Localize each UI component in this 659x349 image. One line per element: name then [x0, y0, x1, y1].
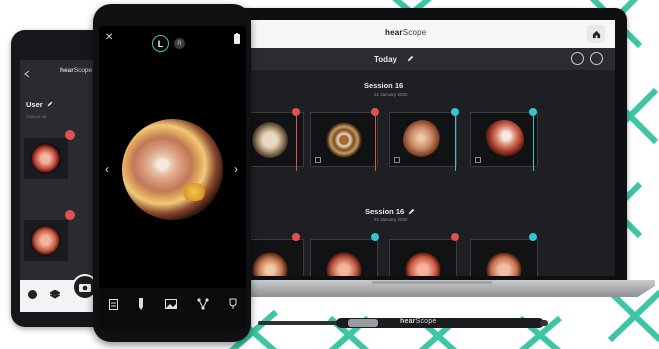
file-icon[interactable]	[105, 296, 121, 312]
ear-right-button[interactable]: R	[174, 38, 185, 49]
info-icon[interactable]	[28, 290, 37, 299]
ear-left-button[interactable]: L	[152, 35, 169, 52]
laptop-date-bar: Today	[234, 48, 615, 70]
image-tile[interactable]	[310, 112, 378, 167]
pen-icon[interactable]	[133, 296, 149, 312]
capture-icon[interactable]	[571, 52, 584, 65]
phone-back-screen: hearScope User 2020-01-16	[20, 60, 100, 312]
previous-arrow-icon[interactable]: ‹	[105, 162, 109, 176]
image-tile[interactable]	[24, 138, 68, 179]
status-badge	[371, 233, 379, 241]
close-icon[interactable]: ✕	[105, 32, 113, 43]
camera-icon	[79, 284, 91, 292]
status-badge	[529, 108, 537, 116]
back-arrow-icon[interactable]	[24, 70, 30, 78]
home-icon	[592, 30, 600, 38]
laptop-logo: hearScope	[385, 28, 427, 37]
pencil-icon[interactable]	[47, 101, 53, 107]
phone-front-screen: ✕ L R ‹ ›	[99, 26, 246, 329]
image-tile[interactable]	[24, 220, 68, 261]
image-tile[interactable]	[470, 112, 538, 167]
next-arrow-icon[interactable]: ›	[234, 162, 238, 176]
image-tile[interactable]	[470, 239, 538, 276]
pencil-icon[interactable]	[407, 55, 414, 62]
check-icon[interactable]	[590, 52, 603, 65]
image-tile[interactable]	[389, 239, 457, 276]
share-icon[interactable]	[195, 296, 211, 312]
page-title: Today	[374, 55, 397, 64]
status-badge	[65, 130, 75, 140]
status-badge	[292, 108, 300, 116]
otoscope-live-view	[122, 119, 223, 220]
session-date: 22 January 2020	[374, 217, 408, 222]
status-badge	[529, 233, 537, 241]
session-date: 2020-01-16	[26, 114, 47, 119]
image-icon[interactable]	[163, 296, 179, 312]
status-badge	[451, 233, 459, 241]
stack-icon[interactable]	[50, 290, 60, 299]
status-badge	[371, 108, 379, 116]
phone-toolbar	[99, 288, 246, 329]
clipboard-icon[interactable]	[225, 296, 241, 312]
user-label: User	[26, 100, 43, 109]
status-badge	[292, 233, 300, 241]
phone-bottom-bar	[20, 274, 100, 312]
home-button[interactable]	[587, 25, 605, 43]
otoscope-label: hearScope	[400, 318, 437, 325]
session-title: Session 16	[365, 207, 405, 216]
session-title: Session 16	[364, 81, 404, 90]
laptop-screen: hearScope Today Session 16 22 January 20…	[234, 20, 615, 276]
image-tile[interactable]	[389, 112, 457, 167]
status-badge	[65, 210, 75, 220]
status-badge	[451, 108, 459, 116]
image-tile[interactable]	[310, 239, 378, 276]
laptop-top-bar: hearScope	[234, 20, 615, 48]
pencil-icon[interactable]	[408, 208, 415, 215]
battery-icon	[234, 33, 240, 44]
phone-logo: hearScope	[60, 67, 93, 74]
session-date: 22 January 2020	[374, 92, 408, 97]
